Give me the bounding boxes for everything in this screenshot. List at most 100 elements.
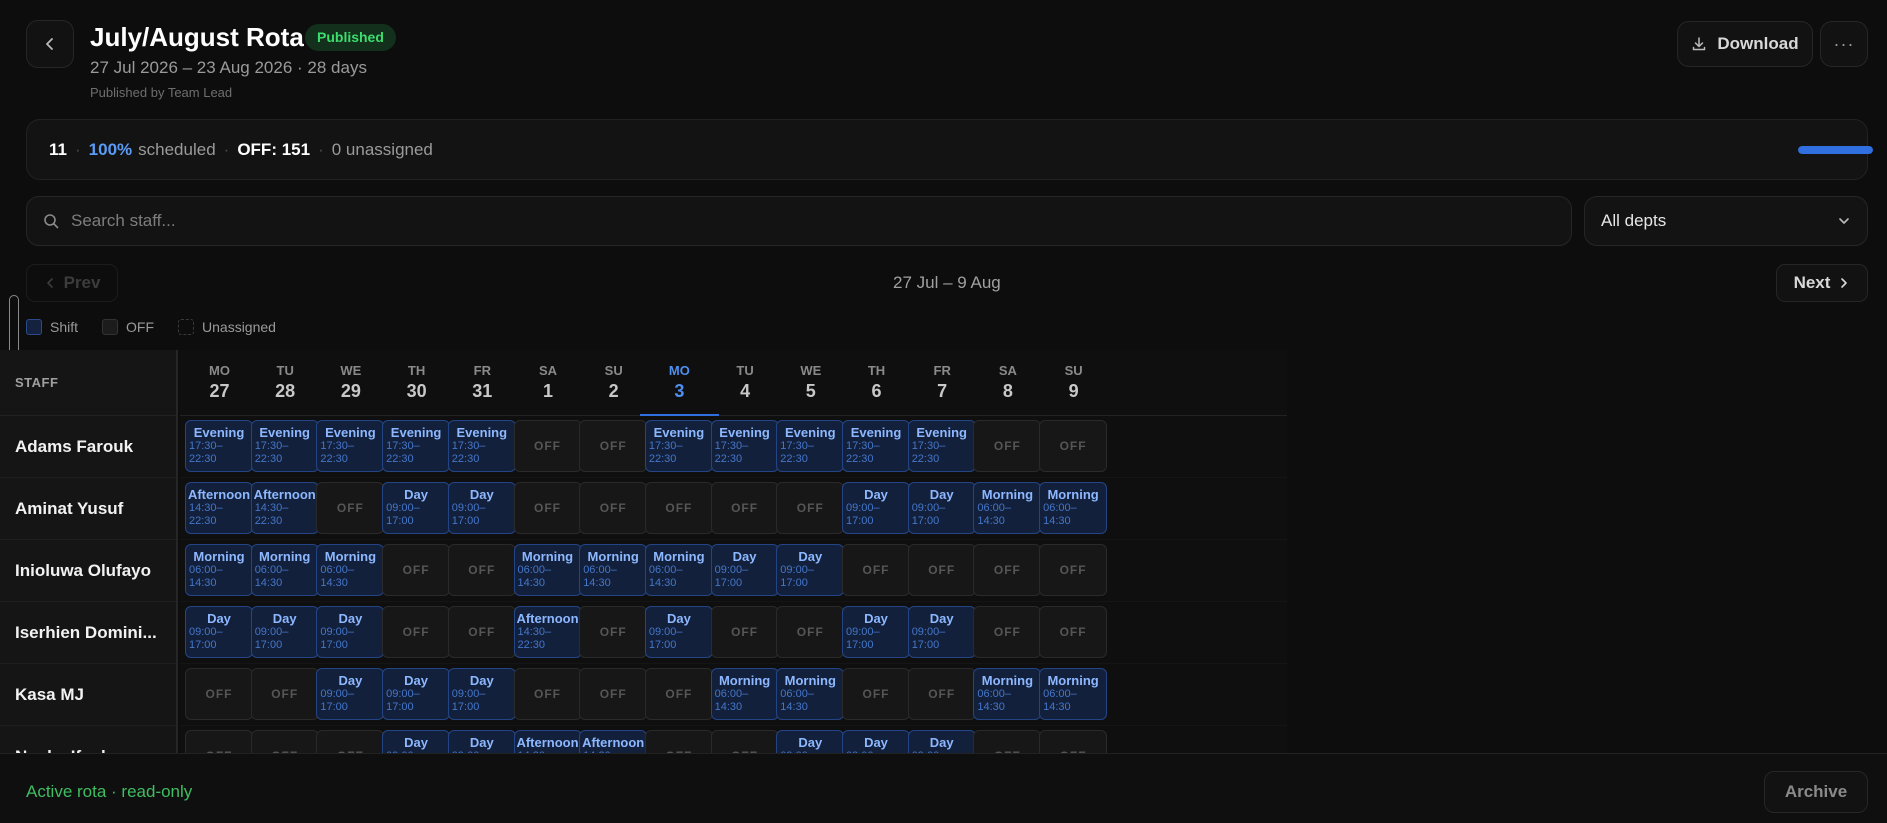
shift-cell[interactable]: Morning 06:00– 14:30 [316, 544, 385, 596]
off-cell[interactable]: OFF [447, 606, 516, 658]
off-cell[interactable]: OFF [644, 730, 713, 753]
staff-name[interactable]: Inioluwa Olufayo [0, 540, 176, 602]
shift-cell[interactable]: Morning 06:00– 14:30 [513, 544, 582, 596]
shift-cell[interactable]: Day09:00–17:00 [907, 730, 976, 753]
shift-cell[interactable]: Day09:00–17:00 [316, 606, 385, 658]
off-cell[interactable]: OFF [842, 544, 910, 596]
shift-cell[interactable]: Day09:00–17:00 [842, 730, 910, 753]
shift-cell[interactable]: Evening 17:30– 22:30 [382, 420, 451, 472]
shift-cell[interactable]: Day09:00–17:00 [382, 668, 451, 720]
staff-name[interactable]: Nnaka Ifeoluwa [0, 726, 176, 754]
shift-cell[interactable]: Morning 06:00– 14:30 [644, 544, 713, 596]
off-cell[interactable]: OFF [907, 668, 976, 720]
off-cell[interactable]: OFF [185, 668, 253, 720]
shift-cell[interactable]: Evening 17:30– 22:30 [316, 420, 385, 472]
off-cell[interactable]: OFF [513, 420, 582, 472]
off-cell[interactable]: OFF [710, 606, 779, 658]
shift-cell[interactable]: Day09:00–17:00 [776, 544, 845, 596]
shift-cell[interactable]: Day09:00–17:00 [185, 606, 253, 658]
off-cell[interactable]: OFF [316, 730, 385, 753]
download-button[interactable]: Download [1677, 21, 1813, 67]
next-week-button[interactable]: Next [1776, 264, 1868, 302]
off-cell[interactable]: OFF [250, 730, 319, 753]
shift-cell[interactable]: Morning 06:00– 14:30 [1039, 668, 1108, 720]
staff-name[interactable]: Iserhien Domini... [0, 602, 176, 664]
off-cell[interactable]: OFF [710, 730, 779, 753]
off-cell[interactable]: OFF [1039, 420, 1108, 472]
shift-cell[interactable]: Afternoon14:30–22:30 [185, 482, 253, 534]
off-cell[interactable]: OFF [579, 668, 648, 720]
shift-cell[interactable]: Evening 17:30– 22:30 [710, 420, 779, 472]
off-cell[interactable]: OFF [1039, 544, 1108, 596]
more-options-button[interactable]: ··· [1820, 21, 1868, 67]
shift-cell[interactable]: Day09:00–17:00 [382, 482, 451, 534]
off-cell[interactable]: OFF [776, 606, 845, 658]
shift-cell[interactable]: Day09:00–17:00 [907, 482, 976, 534]
shift-cell[interactable]: Afternoon14:30–22:30 [250, 482, 319, 534]
off-cell[interactable]: OFF [579, 606, 648, 658]
off-cell[interactable]: OFF [382, 544, 451, 596]
shift-cell[interactable]: Day09:00–17:00 [907, 606, 976, 658]
shift-cell[interactable]: Day09:00–17:00 [842, 482, 910, 534]
off-cell[interactable]: OFF [382, 606, 451, 658]
shift-cell[interactable]: Day09:00–17:00 [710, 544, 779, 596]
shift-cell[interactable]: Evening 17:30– 22:30 [250, 420, 319, 472]
shift-cell[interactable]: Day09:00–17:00 [644, 606, 713, 658]
shift-cell[interactable]: Morning 06:00– 14:30 [1039, 482, 1108, 534]
shift-cell[interactable]: Morning 06:00– 14:30 [185, 544, 253, 596]
back-button[interactable] [26, 20, 74, 68]
shift-cell[interactable]: Afternoon14:30–22:30 [513, 606, 582, 658]
shift-cell[interactable]: Day09:00–17:00 [842, 606, 910, 658]
off-cell[interactable]: OFF [579, 482, 648, 534]
archive-button[interactable]: Archive [1764, 771, 1868, 813]
shift-cell[interactable]: Morning 06:00– 14:30 [973, 668, 1042, 720]
off-cell[interactable]: OFF [710, 482, 779, 534]
off-cell[interactable]: OFF [579, 420, 648, 472]
shift-cell[interactable]: Day09:00–17:00 [447, 730, 516, 753]
shift-cell[interactable]: Evening 17:30– 22:30 [907, 420, 976, 472]
shift-cell[interactable]: Morning 06:00– 14:30 [579, 544, 648, 596]
staff-name[interactable]: Adams Farouk [0, 416, 176, 478]
off-cell[interactable]: OFF [513, 482, 582, 534]
off-cell[interactable]: OFF [907, 544, 976, 596]
shift-cell[interactable]: Afternoon14:30–22:30 [579, 730, 648, 753]
search-box[interactable] [26, 196, 1572, 246]
shift-cell[interactable]: Day09:00–17:00 [447, 668, 516, 720]
shift-cell[interactable]: Evening 17:30– 22:30 [842, 420, 910, 472]
off-cell[interactable]: OFF [842, 668, 910, 720]
off-cell[interactable]: OFF [973, 420, 1042, 472]
staff-name[interactable]: Kasa MJ [0, 664, 176, 726]
off-cell[interactable]: OFF [644, 482, 713, 534]
off-cell[interactable]: OFF [1039, 606, 1108, 658]
shift-cell[interactable]: Morning 06:00– 14:30 [250, 544, 319, 596]
off-cell[interactable]: OFF [316, 482, 385, 534]
off-cell[interactable]: OFF [447, 544, 516, 596]
off-cell[interactable]: OFF [1039, 730, 1108, 753]
shift-cell[interactable]: Evening 17:30– 22:30 [776, 420, 845, 472]
shift-cell[interactable]: Day09:00–17:00 [316, 668, 385, 720]
off-cell[interactable]: OFF [250, 668, 319, 720]
shift-cell[interactable]: Day09:00–17:00 [250, 606, 319, 658]
shift-cell[interactable]: Morning 06:00– 14:30 [710, 668, 779, 720]
off-cell[interactable]: OFF [973, 544, 1042, 596]
prev-week-button[interactable]: Prev [26, 264, 118, 302]
shift-cell[interactable]: Day09:00–17:00 [776, 730, 845, 753]
scroll-handle[interactable] [9, 295, 19, 355]
shift-cell[interactable]: Afternoon14:30–22:30 [513, 730, 582, 753]
off-cell[interactable]: OFF [973, 606, 1042, 658]
shift-cell[interactable]: Day09:00–17:00 [382, 730, 451, 753]
off-cell[interactable]: OFF [185, 730, 253, 753]
search-input[interactable] [71, 211, 1471, 231]
shift-cell[interactable]: Day09:00–17:00 [447, 482, 516, 534]
off-cell[interactable]: OFF [973, 730, 1042, 753]
off-cell[interactable]: OFF [513, 668, 582, 720]
shift-cell[interactable]: Evening 17:30– 22:30 [447, 420, 516, 472]
shift-cell[interactable]: Morning 06:00– 14:30 [973, 482, 1042, 534]
off-cell[interactable]: OFF [776, 482, 845, 534]
shift-cell[interactable]: Evening 17:30– 22:30 [644, 420, 713, 472]
shift-cell[interactable]: Morning 06:00– 14:30 [776, 668, 845, 720]
off-cell[interactable]: OFF [644, 668, 713, 720]
staff-name[interactable]: Aminat Yusuf [0, 478, 176, 540]
department-select[interactable]: All depts [1584, 196, 1868, 246]
shift-cell[interactable]: Evening 17:30– 22:30 [185, 420, 253, 472]
